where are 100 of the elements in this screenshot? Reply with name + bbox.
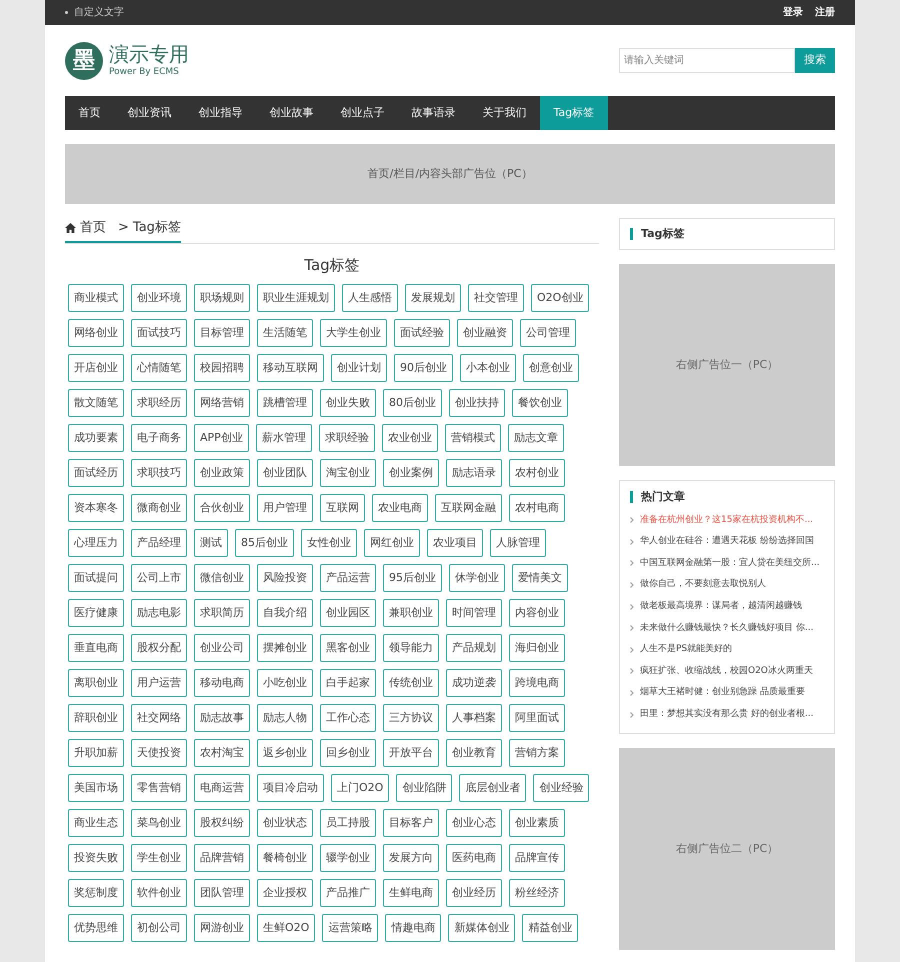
tag-link[interactable]: 生鲜O2O [257, 914, 316, 942]
tag-link[interactable]: 菜鸟创业 [131, 809, 187, 837]
tag-link[interactable]: 95后创业 [383, 564, 442, 592]
tag-link[interactable]: 网游创业 [194, 914, 250, 942]
tag-link[interactable]: 发展方向 [383, 844, 439, 872]
tag-link[interactable]: 农村电商 [509, 494, 565, 522]
tag-link[interactable]: 产品运营 [320, 564, 376, 592]
tag-link[interactable]: 人生感悟 [342, 284, 398, 312]
tag-link[interactable]: 商业生态 [68, 809, 124, 837]
tag-link[interactable]: 阿里面试 [509, 704, 565, 732]
tag-link[interactable]: 电子商务 [131, 424, 187, 452]
tag-link[interactable]: 励志文章 [508, 424, 564, 452]
tag-link[interactable]: 情趣电商 [385, 914, 442, 942]
tag-link[interactable]: 领导能力 [383, 634, 439, 662]
tag-link[interactable]: 内容创业 [509, 599, 565, 627]
tag-link[interactable]: 生活随笔 [257, 319, 313, 347]
tag-link[interactable]: 创业状态 [257, 809, 313, 837]
article-link[interactable]: 疯狂扩张、收缩战线，校园O2O冰火两重天 [640, 664, 813, 678]
tag-link[interactable]: 新媒体创业 [448, 914, 516, 942]
tag-link[interactable]: 创业经验 [533, 774, 590, 802]
tag-link[interactable]: 成功要素 [68, 424, 124, 452]
tag-link[interactable]: 移动互联网 [257, 354, 324, 382]
tag-link[interactable]: 小吃创业 [257, 669, 313, 697]
tag-link[interactable]: 大学生创业 [320, 319, 387, 347]
tag-link[interactable]: 粉丝经济 [509, 879, 565, 907]
tag-link[interactable]: 底层创业者 [459, 774, 526, 802]
tag-link[interactable]: 团队管理 [194, 879, 250, 907]
tag-link[interactable]: 软件创业 [131, 879, 187, 907]
tag-link[interactable]: 跳槽管理 [257, 389, 313, 417]
tag-link[interactable]: 创意创业 [523, 354, 579, 382]
tag-link[interactable]: 网红创业 [364, 529, 420, 557]
tag-link[interactable]: 人脉管理 [490, 529, 546, 557]
tag-link[interactable]: 创业经历 [446, 879, 502, 907]
breadcrumb-link[interactable]: 首页 [80, 218, 106, 238]
tag-link[interactable]: 创业团队 [257, 459, 313, 487]
tag-link[interactable]: 品牌宣传 [509, 844, 565, 872]
tag-link[interactable]: 公司上市 [131, 564, 187, 592]
tag-link[interactable]: 求职技巧 [131, 459, 187, 487]
tag-link[interactable]: 创业失败 [320, 389, 376, 417]
tag-link[interactable]: 兼职创业 [383, 599, 439, 627]
tag-link[interactable]: 公司管理 [520, 319, 576, 347]
tag-link[interactable]: O2O创业 [531, 284, 590, 312]
tag-link[interactable]: 白手起家 [320, 669, 376, 697]
article-link[interactable]: 做你自己，不要刻意去取悦别人 [640, 578, 766, 592]
tag-link[interactable]: 自我介绍 [257, 599, 313, 627]
tag-link[interactable]: 开店创业 [68, 354, 124, 382]
tag-link[interactable]: 上门O2O [331, 774, 390, 802]
tag-link[interactable]: 运营策略 [322, 914, 378, 942]
tag-link[interactable]: 励志故事 [194, 704, 250, 732]
tag-link[interactable]: 心情随笔 [131, 354, 187, 382]
tag-link[interactable]: 女性创业 [301, 529, 357, 557]
tag-link[interactable]: 餐椅创业 [257, 844, 313, 872]
tag-link[interactable]: 医疗健康 [68, 599, 124, 627]
article-link[interactable]: 田里：梦想其实没有那么贵 好的创业者根... [640, 708, 814, 722]
tag-link[interactable]: 面试技巧 [131, 319, 187, 347]
tag-link[interactable]: 跨境电商 [509, 669, 565, 697]
tag-link[interactable]: 发展规划 [405, 284, 461, 312]
tag-link[interactable]: 股权分配 [131, 634, 187, 662]
tag-link[interactable]: 员工持股 [320, 809, 376, 837]
tag-link[interactable]: 股权纠纷 [194, 809, 250, 837]
article-link[interactable]: 中国互联网金融第一股：宜人贷在美纽交所... [640, 556, 820, 570]
tag-link[interactable]: 商业模式 [68, 284, 124, 312]
tag-link[interactable]: 风险投资 [257, 564, 313, 592]
tag-link[interactable]: 面试经历 [68, 459, 124, 487]
article-link[interactable]: 未来做什么赚钱最快？长久赚钱好项目 你... [640, 622, 814, 636]
tag-link[interactable]: 目标客户 [383, 809, 439, 837]
tag-link[interactable]: 垂直电商 [68, 634, 124, 662]
tag-link[interactable]: 精益创业 [522, 914, 578, 942]
tag-link[interactable]: 辍学创业 [320, 844, 376, 872]
nav-tab[interactable]: 故事语录 [398, 96, 469, 130]
tag-link[interactable]: 创业素质 [509, 809, 565, 837]
nav-tab[interactable]: 创业指导 [185, 96, 256, 130]
tag-link[interactable]: 农业项目 [427, 529, 483, 557]
tag-link[interactable]: 微信创业 [194, 564, 250, 592]
tag-link[interactable]: 校园招聘 [194, 354, 250, 382]
tag-link[interactable]: 创业计划 [331, 354, 387, 382]
tag-link[interactable]: 营销方案 [509, 739, 565, 767]
tag-link[interactable]: 用户管理 [257, 494, 313, 522]
tag-link[interactable]: 生鲜电商 [383, 879, 439, 907]
nav-tab[interactable]: 创业故事 [256, 96, 327, 130]
tag-link[interactable]: 产品推广 [320, 879, 376, 907]
tag-link[interactable]: 回乡创业 [320, 739, 376, 767]
tag-link[interactable]: 90后创业 [394, 354, 453, 382]
tag-link[interactable]: 85后创业 [235, 529, 294, 557]
tag-link[interactable]: 求职经验 [318, 424, 375, 452]
tag-link[interactable]: 网络营销 [194, 389, 250, 417]
nav-tab[interactable]: 首页 [65, 96, 114, 130]
tag-link[interactable]: 农村创业 [509, 459, 565, 487]
tag-link[interactable]: 职业生涯规划 [257, 284, 335, 312]
tag-link[interactable]: 品牌营销 [194, 844, 250, 872]
tag-link[interactable]: 薪水管理 [256, 424, 312, 452]
tag-link[interactable]: 励志人物 [257, 704, 313, 732]
tag-link[interactable]: 海归创业 [509, 634, 565, 662]
tag-link[interactable]: 资本寒冬 [68, 494, 124, 522]
tag-link[interactable]: 产品规划 [446, 634, 502, 662]
tag-link[interactable]: 创业扶持 [449, 389, 505, 417]
tag-link[interactable]: 餐饮创业 [512, 389, 568, 417]
tag-link[interactable]: 农村淘宝 [194, 739, 250, 767]
tag-link[interactable]: 时间管理 [446, 599, 502, 627]
tag-link[interactable]: APP创业 [194, 424, 249, 452]
